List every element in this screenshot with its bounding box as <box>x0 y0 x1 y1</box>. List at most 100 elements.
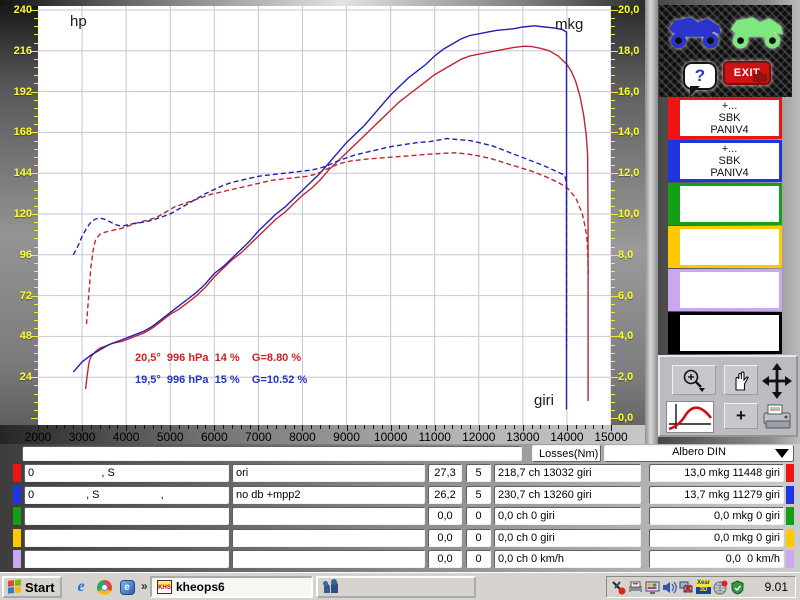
no-db-+mpp2-torque-curve <box>73 139 566 347</box>
losses-button[interactable]: Losses(Nm) <box>532 445 601 462</box>
legend-run-name <box>680 272 779 308</box>
panel-separator <box>645 0 658 444</box>
taskbar-clock: 9.01 <box>765 580 788 594</box>
legend-run-name: +...SBKPANIV4 <box>680 100 779 136</box>
legend-slot-5[interactable] <box>668 269 782 311</box>
rpm-axis-label: 3000 <box>69 430 96 444</box>
exit-arrow-icon <box>753 74 767 82</box>
hp-axis-label: 240 <box>14 5 32 16</box>
run2-conditions-annotation: 19,5° 996 hPa 15 % G=10.52 % <box>135 374 307 386</box>
chrome-icon[interactable] <box>95 578 113 596</box>
row1-field2: ori <box>232 464 425 482</box>
mkg-axis-title: mkg <box>555 16 583 33</box>
row3-field1 <box>24 507 229 525</box>
chevron-down-icon <box>775 449 789 465</box>
printer-icon <box>760 399 794 433</box>
print-tray-icon[interactable] <box>628 580 643 595</box>
motorcycle-green-icon <box>727 9 785 53</box>
help-button[interactable]: ? <box>683 59 717 93</box>
legend-run-name: +...SBKPANIV4 <box>680 143 779 179</box>
row-color-stripe-left <box>13 529 21 547</box>
display-tray-icon[interactable] <box>645 580 660 595</box>
row3-field6: 0,0 mkg 0 giri <box>649 507 784 525</box>
rpm-axis-label: 2000 <box>25 430 52 444</box>
legend-slot-4[interactable] <box>668 226 782 268</box>
pan-button[interactable] <box>724 365 758 395</box>
row1-field4: 5 <box>466 464 491 482</box>
row4-field1 <box>24 529 229 547</box>
messenger-icon[interactable]: e <box>118 578 136 596</box>
legend-slot-3[interactable] <box>668 183 782 225</box>
xear3d-tray-icon[interactable]: Xear3D <box>696 580 711 595</box>
row-color-stripe-right <box>786 464 794 482</box>
row4-field3: 0,0 <box>428 529 462 547</box>
antivirus-tray-icon[interactable] <box>730 580 745 595</box>
bike-run-blue-button[interactable] <box>665 9 723 53</box>
row-color-stripe-left <box>13 507 21 525</box>
row4-field2 <box>232 529 425 547</box>
internet-explorer-icon[interactable]: e <box>72 578 90 596</box>
add-button[interactable]: + <box>724 403 758 429</box>
status-field <box>22 446 522 461</box>
row1-field6: 13,0 mkg 11448 giri <box>649 464 784 482</box>
legend-color-stripe <box>671 100 680 136</box>
row2-field6: 13,7 mkg 11279 giri <box>649 486 784 504</box>
windows-logo-icon <box>8 579 22 594</box>
hp-axis-title: hp <box>70 13 87 30</box>
row5-field3: 0,0 <box>428 550 462 568</box>
row5-field1 <box>24 550 229 568</box>
dyno-chart-plot: hp mkg giri 20,5° 996 hPa 14 % G=8.80 % … <box>38 6 611 425</box>
mkg-axis-label: 0,0 <box>618 413 633 424</box>
row4-field4: 0 <box>466 529 491 547</box>
zoom-button[interactable] <box>672 365 716 395</box>
carbon-button-panel: ? EXIT <box>659 5 792 97</box>
row1-field5: 218,7 ch 13032 giri <box>494 464 641 482</box>
rpm-axis-label: 9000 <box>333 430 360 444</box>
volume-tray-icon[interactable] <box>662 580 677 595</box>
globe-tray-icon[interactable] <box>713 580 728 595</box>
row2-field5: 230,7 ch 13260 giri <box>494 486 641 504</box>
legend-slot-1[interactable]: +...SBKPANIV4 <box>668 97 782 139</box>
row4-field6: 0,0 mkg 0 giri <box>649 529 784 547</box>
task2-icon <box>323 580 339 594</box>
start-button[interactable]: Start <box>2 576 62 598</box>
bike-run-green-button[interactable] <box>727 9 785 53</box>
axle-type-dropdown[interactable]: Albero DIN <box>604 445 794 462</box>
print-button[interactable] <box>760 399 794 438</box>
legend-slot-2[interactable]: +...SBKPANIV4 <box>668 140 782 182</box>
kheops-dyno-window: 24021619216814412096724824 hp mkg giri 2… <box>0 0 800 600</box>
mkg-axis-label: 20,0 <box>618 5 639 16</box>
curve-display-button[interactable] <box>666 401 714 433</box>
motorcycle-blue-icon <box>665 9 723 53</box>
row3-field4: 0 <box>466 507 491 525</box>
row5-field4: 0 <box>466 550 491 568</box>
task-button-kheops6[interactable]: KHS kheops6 <box>150 576 313 598</box>
hand-icon <box>732 369 750 391</box>
row3-field5: 0,0 ch 0 giri <box>494 507 641 525</box>
mkg-axis-label: 8,0 <box>618 250 633 261</box>
network-error-tray-icon[interactable] <box>679 580 694 595</box>
start-label: Start <box>25 580 55 595</box>
rpm-axis: 2000300040005000600070008000900010000110… <box>0 425 658 444</box>
task-button-2[interactable] <box>316 576 476 598</box>
legend-run-name <box>680 315 779 351</box>
rpm-axis-label: 7000 <box>245 430 272 444</box>
legend-color-stripe <box>671 229 680 265</box>
axle-type-value: Albero DIN <box>672 446 726 458</box>
legend-color-stripe <box>671 272 680 308</box>
row-color-stripe-right <box>786 486 794 504</box>
run1-conditions-annotation: 20,5° 996 hPa 14 % G=8.80 % <box>135 352 301 364</box>
utility-tray-icon[interactable] <box>611 580 626 595</box>
row-color-stripe-left <box>13 464 21 482</box>
taskbar: Start e e » KHS kheops6 Xe <box>0 572 800 600</box>
mkg-axis-label: 4,0 <box>618 331 633 342</box>
legend-slot-6[interactable] <box>668 312 782 354</box>
rpm-axis-label: 13000 <box>506 430 539 444</box>
rpm-axis-label: 14000 <box>550 430 583 444</box>
row5-field5: 0,0 ch 0 km/h <box>494 550 641 568</box>
rpm-axis-label: 15000 <box>594 430 627 444</box>
row4-field5: 0,0 ch 0 giri <box>494 529 641 547</box>
results-area: Losses(Nm) Albero DIN 0 , Sori27,35218,7… <box>0 444 800 572</box>
quick-launch-overflow-chevron[interactable]: » <box>141 579 148 593</box>
exit-button[interactable]: EXIT <box>723 61 779 93</box>
